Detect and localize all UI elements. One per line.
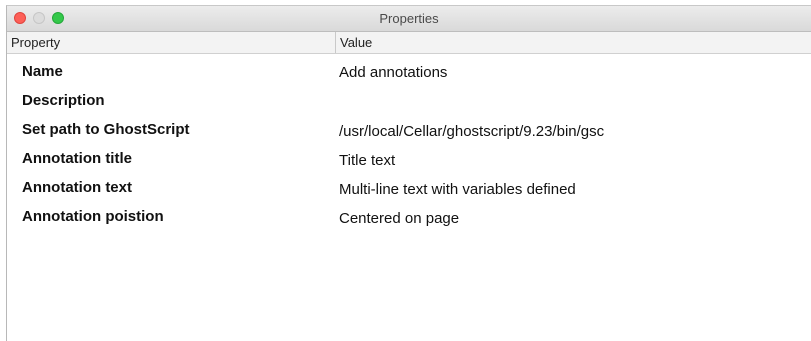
- property-value[interactable]: Centered on page: [339, 210, 459, 227]
- property-name: Description: [22, 92, 105, 109]
- property-name: Annotation poistion: [22, 208, 164, 225]
- property-value[interactable]: /usr/local/Cellar/ghostscript/9.23/bin/g…: [339, 123, 604, 140]
- properties-table-body: Name Add annotations Description Set pat…: [7, 56, 811, 231]
- close-window-icon[interactable]: [14, 12, 26, 24]
- property-value[interactable]: Title text: [339, 152, 395, 169]
- table-row[interactable]: Name Add annotations: [7, 56, 811, 86]
- title-bar[interactable]: Properties: [7, 6, 811, 32]
- table-row[interactable]: Set path to GhostScript /usr/local/Cella…: [7, 115, 811, 144]
- table-row[interactable]: Annotation poistion Centered on page: [7, 202, 811, 231]
- property-value[interactable]: Add annotations: [339, 64, 447, 81]
- table-row[interactable]: Annotation text Multi-line text with var…: [7, 173, 811, 202]
- table-row[interactable]: Annotation title Title text: [7, 144, 811, 173]
- table-row[interactable]: Description: [7, 86, 811, 115]
- properties-table-header: Property Value: [7, 32, 811, 54]
- property-name: Name: [22, 63, 63, 80]
- property-value[interactable]: Multi-line text with variables defined: [339, 181, 576, 198]
- value-column-header[interactable]: Value: [335, 32, 372, 53]
- window-title: Properties: [379, 11, 439, 26]
- minimize-window-icon[interactable]: [33, 12, 45, 24]
- property-name: Annotation text: [22, 179, 132, 196]
- properties-window: Properties Property Value Name Add annot…: [6, 5, 811, 341]
- zoom-window-icon[interactable]: [52, 12, 64, 24]
- property-column-header[interactable]: Property: [11, 32, 60, 53]
- property-name: Annotation title: [22, 150, 132, 167]
- property-name: Set path to GhostScript: [22, 121, 190, 138]
